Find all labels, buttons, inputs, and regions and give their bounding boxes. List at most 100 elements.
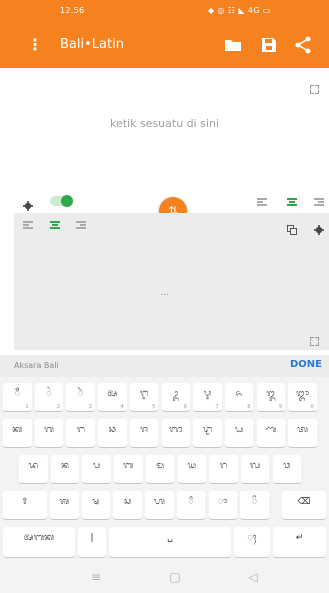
key-glyph: ᬏ — [235, 389, 243, 399]
key-glyph: ᬅᬩᬓ — [23, 533, 55, 543]
expand-input-icon[interactable] — [310, 85, 319, 94]
key-glyph: ᬋ — [203, 389, 212, 399]
key[interactable]: ᬗ — [66, 419, 95, 447]
key-glyph: ᬒ — [296, 389, 309, 399]
expand-output-icon[interactable] — [310, 337, 319, 346]
key[interactable]: ᬬ — [177, 455, 206, 483]
menu-icon[interactable]: ⋮ — [27, 35, 43, 55]
output-align-center-icon[interactable] — [50, 221, 60, 229]
align-right-icon[interactable] — [314, 198, 324, 206]
key[interactable]: ᬩ — [114, 455, 143, 483]
save-icon[interactable] — [258, 34, 280, 56]
key[interactable]: ᬃ 3 — [66, 383, 95, 411]
mode-switch-key[interactable]: ᬅᬩᬓ — [3, 527, 75, 557]
key-glyph: ᬩ — [123, 461, 134, 471]
key[interactable]: ᬴ — [176, 491, 206, 519]
shift-key[interactable]: ⇧ — [3, 491, 47, 519]
done-button[interactable]: DONE — [290, 359, 322, 370]
output-align-right-icon[interactable] — [76, 221, 86, 229]
key-glyph: ᬫ — [156, 461, 164, 471]
key[interactable]: ᬯ — [272, 455, 302, 483]
key[interactable]: ᬇ5 — [129, 383, 159, 411]
copy-icon[interactable] — [287, 220, 297, 235]
key-glyph: ␣ — [167, 533, 173, 543]
key-glyph: ᬟ — [234, 425, 244, 435]
key-glyph: ᬲ — [124, 497, 132, 507]
key-glyph: ᬗ — [76, 425, 85, 435]
key[interactable]: ᬘ — [98, 419, 127, 447]
key[interactable]: ᬳ — [145, 491, 174, 519]
key-glyph: ᬇ — [139, 389, 149, 399]
key-glyph: ᬘ — [108, 425, 116, 435]
back-icon[interactable]: ◁ — [243, 570, 263, 584]
output-pane — [14, 213, 329, 350]
key-hint: 2 — [57, 404, 61, 410]
output-settings-icon[interactable] — [314, 220, 324, 235]
key-glyph: ᬃ — [77, 389, 84, 399]
key-glyph: ᬴ — [188, 497, 194, 507]
enter-key[interactable]: ↵ — [273, 527, 326, 557]
key[interactable]: ᬵ — [208, 491, 237, 519]
key-glyph: ⌫ — [297, 497, 311, 507]
key[interactable]: ᬡ — [256, 419, 286, 447]
key[interactable]: | — [78, 527, 106, 557]
key[interactable]: ᬏ8 — [224, 383, 254, 411]
auto-convert-toggle[interactable] — [50, 195, 73, 207]
recent-apps-icon[interactable]: ≡ — [86, 570, 106, 584]
key[interactable]: ᬚ — [129, 419, 159, 447]
input-placeholder[interactable]: ketik sesuatu di sini — [0, 117, 329, 130]
key[interactable]: ᬁ 1 — [3, 383, 32, 411]
folder-open-icon[interactable] — [222, 34, 244, 56]
key[interactable]: ᬭ — [209, 455, 238, 483]
key-hint: 5 — [152, 404, 156, 410]
key[interactable]: ᬒ0 — [288, 383, 317, 411]
app-title: Bali•Latin — [60, 37, 124, 52]
key-glyph: ᬤ — [28, 461, 39, 471]
key[interactable]: ᬤ — [19, 455, 48, 483]
key-glyph: | — [90, 533, 94, 543]
key[interactable]: ᬦ — [50, 455, 80, 483]
key[interactable]: ᬝ — [193, 419, 222, 447]
backspace-key[interactable]: ⌫ — [282, 491, 326, 519]
key[interactable]: ᬲ — [113, 491, 142, 519]
key[interactable]: ᬑ9 — [256, 383, 286, 411]
key-glyph: ᬉ — [172, 389, 180, 399]
settings-icon[interactable] — [23, 196, 33, 211]
key-glyph: ᬬ — [187, 461, 197, 471]
key[interactable]: ᬫ — [145, 455, 175, 483]
key[interactable]: ᬄ — [234, 527, 270, 557]
share-icon[interactable] — [292, 34, 314, 56]
key-glyph: ᬮ — [249, 461, 261, 471]
key[interactable]: ᬂ 2 — [34, 383, 64, 411]
home-icon[interactable]: ▢ — [165, 570, 185, 584]
status-icons: ◆ ◎ ☷ ◣ 4G ▭ — [208, 6, 271, 15]
key[interactable]: ᬰ — [50, 491, 79, 519]
key[interactable]: ᬶ — [240, 491, 269, 519]
key[interactable]: ᬱ — [81, 491, 111, 519]
align-center-icon[interactable] — [287, 198, 297, 206]
key-glyph: ᬕ — [44, 425, 54, 435]
key-glyph: ᬁ — [14, 389, 20, 399]
align-left-icon[interactable] — [257, 198, 267, 206]
key[interactable]: ᬕ — [34, 419, 64, 447]
key[interactable]: ᬧ — [82, 455, 111, 483]
key[interactable]: ᬉ6 — [161, 383, 190, 411]
key-glyph: ᬚ — [140, 425, 148, 435]
key[interactable]: ᬟ — [224, 419, 254, 447]
key-hint: 8 — [247, 404, 251, 410]
key[interactable]: ᬓ — [3, 419, 32, 447]
key-glyph: ᬦ — [61, 461, 69, 471]
output-align-left-icon[interactable] — [23, 221, 33, 229]
key[interactable]: ᬮ — [240, 455, 270, 483]
key-glyph: ᬜ — [168, 425, 183, 435]
key[interactable]: ᬅ4 — [98, 383, 127, 411]
key-hint: 9 — [278, 404, 283, 410]
key[interactable]: ᬢ — [288, 419, 317, 447]
key[interactable]: ᬋ7 — [193, 383, 222, 411]
key[interactable]: ᬜ — [161, 419, 190, 447]
output-text: ... — [160, 288, 169, 298]
app-bar: ⋮ Bali•Latin — [0, 22, 329, 68]
space-key[interactable]: ␣ — [109, 527, 231, 557]
key-glyph: ↵ — [295, 533, 304, 543]
key-glyph: ᬝ — [202, 425, 213, 435]
